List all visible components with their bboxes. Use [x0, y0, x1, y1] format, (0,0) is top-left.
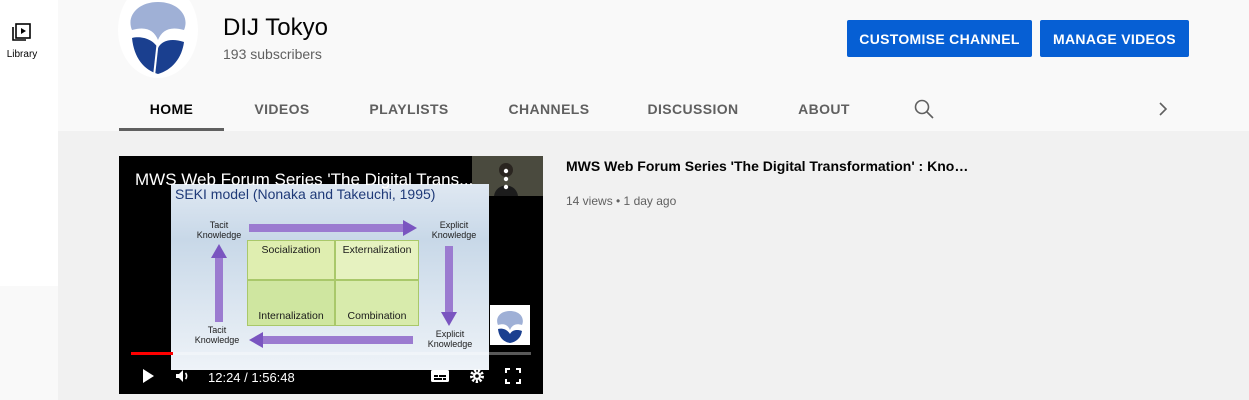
home-content: SEKI model (Nonaka and Takeuchi, 1995) S… [58, 131, 1249, 400]
subscriber-count: 193 subscribers [223, 46, 322, 62]
mute-button[interactable] [174, 367, 192, 390]
volume-icon [176, 370, 188, 382]
featured-video-meta: 14 views • 1 day ago [566, 194, 677, 208]
player-progress-fill [131, 352, 174, 355]
featured-video-title[interactable]: MWS Web Forum Series 'The Digital Transf… [566, 158, 976, 174]
channel-tabs: HOME VIDEOS PLAYLISTS CHANNELS DISCUSSIO… [58, 86, 1249, 131]
more-vertical-icon [503, 168, 509, 190]
fullscreen-button[interactable] [504, 367, 522, 390]
quadrant-socialization: Socialization [247, 240, 335, 280]
subtitles-button[interactable] [430, 367, 450, 390]
player-progress-bar[interactable] [131, 352, 531, 355]
presentation-slide: SEKI model (Nonaka and Takeuchi, 1995) S… [171, 184, 489, 370]
quadrant-externalization: Externalization [335, 240, 419, 280]
guide-item-library[interactable]: Library [0, 12, 44, 60]
tab-channels[interactable]: CHANNELS [509, 86, 590, 131]
tab-home[interactable]: HOME [119, 86, 224, 131]
fullscreen-icon [505, 368, 521, 384]
play-icon [143, 369, 154, 383]
ginkgo-watermark-icon [497, 311, 523, 343]
quadrant-internalization: Internalization [247, 280, 335, 326]
customise-channel-button[interactable]: CUSTOMISE CHANNEL [847, 20, 1032, 57]
guide-label-library: Library [6, 49, 38, 60]
player-time-display: 12:24 / 1:56:48 [208, 370, 295, 385]
ginkgo-logo-icon [130, 2, 186, 77]
search-icon [914, 99, 934, 119]
player-overlay-title[interactable]: MWS Web Forum Series 'The Digital Trans.… [135, 170, 483, 190]
channel-avatar[interactable] [118, 0, 198, 78]
featured-video-player[interactable]: SEKI model (Nonaka and Takeuchi, 1995) S… [119, 156, 543, 394]
tabs-scroll-right-button[interactable] [1151, 97, 1175, 121]
tab-about[interactable]: ABOUT [798, 86, 849, 131]
gear-icon [470, 369, 484, 383]
channel-search-button[interactable] [912, 97, 936, 121]
label-explicit-top: Explicit Knowledge [431, 220, 477, 240]
label-tacit-bottom: Tacit Knowledge [194, 325, 240, 345]
subtitles-icon [431, 370, 449, 382]
chevron-right-icon [1159, 102, 1168, 116]
library-icon [12, 23, 31, 41]
player-menu-button[interactable] [502, 168, 510, 190]
channel-name: DIJ Tokyo [223, 14, 328, 41]
player-watermark-logo [490, 305, 530, 345]
tab-playlists[interactable]: PLAYLISTS [369, 86, 448, 131]
settings-button[interactable] [468, 367, 486, 390]
play-button[interactable] [139, 367, 157, 390]
quadrant-combination: Combination [335, 280, 419, 326]
label-tacit-top: Tacit Knowledge [196, 220, 242, 240]
tab-discussion[interactable]: DISCUSSION [647, 86, 738, 131]
mini-guide: Library [0, 0, 58, 286]
manage-videos-button[interactable]: MANAGE VIDEOS [1040, 20, 1189, 57]
tab-videos[interactable]: VIDEOS [254, 86, 309, 131]
label-explicit-bottom: Explicit Knowledge [427, 329, 473, 349]
